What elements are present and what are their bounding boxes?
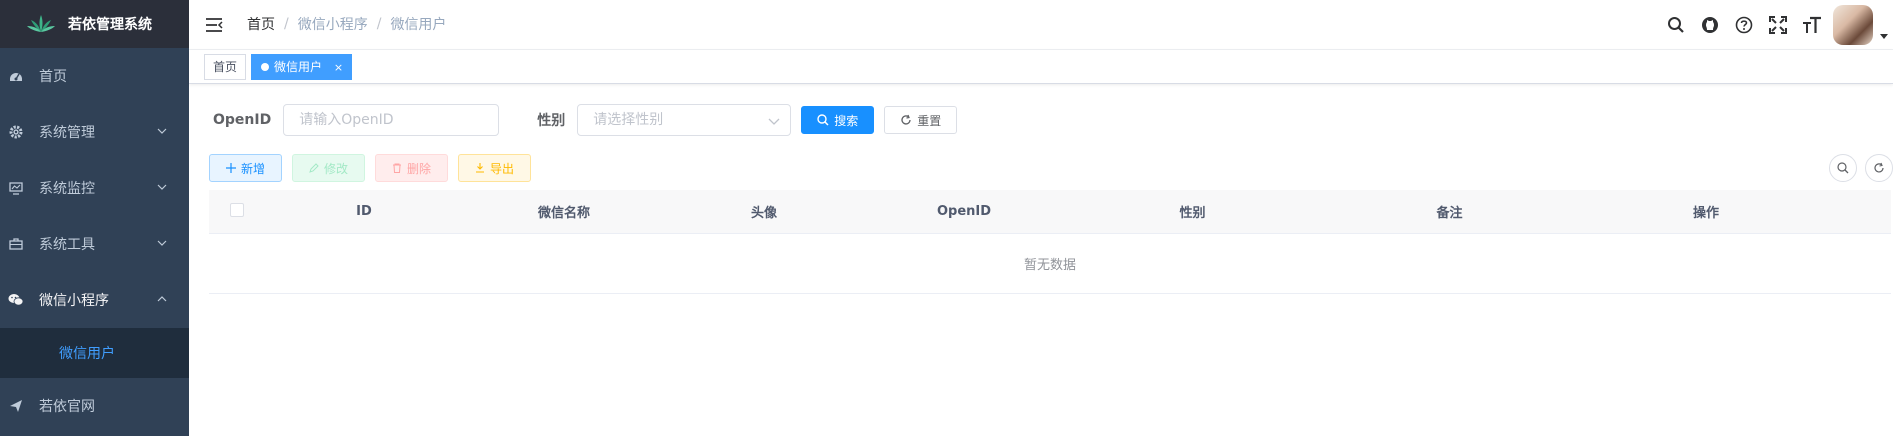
font-size-icon[interactable]	[1795, 0, 1829, 50]
sidebar-item-home[interactable]: 首页	[0, 48, 189, 104]
tag-label: 微信用户	[274, 60, 323, 74]
column-header: 头像	[750, 206, 777, 221]
edit-button[interactable]: 修改	[292, 154, 365, 182]
openid-placeholder: 请输入OpenID	[299, 112, 394, 128]
send-icon	[8, 398, 24, 414]
submenu-wechat: 微信用户	[0, 328, 189, 378]
toggle-search-button[interactable]	[1829, 154, 1857, 182]
sidebar-item-label: 系统工具	[39, 237, 95, 253]
select-all-cell	[209, 202, 264, 221]
column-header: 备注	[1436, 206, 1463, 221]
reset-button-label: 重置	[917, 113, 942, 128]
table-tools	[1829, 154, 1893, 182]
chevron-down-icon	[157, 184, 167, 190]
dashboard-icon	[8, 68, 24, 84]
sidebar-item-label: 首页	[39, 69, 67, 85]
reset-button[interactable]: 重置	[884, 106, 958, 134]
right-menu	[1659, 0, 1893, 50]
delete-button-label: 删除	[406, 161, 431, 176]
tag-label: 首页	[213, 60, 238, 74]
breadcrumb-item: 微信用户	[390, 17, 447, 33]
add-button[interactable]: 新增	[209, 154, 282, 182]
close-icon[interactable]: ×	[334, 61, 343, 74]
chevron-up-icon	[157, 296, 167, 302]
search-icon	[817, 114, 829, 126]
sidebar-item-wechat-miniprogram[interactable]: 微信小程序	[0, 272, 189, 328]
column-header: 性别	[1179, 206, 1206, 221]
tag-wechat-users[interactable]: 微信用户 ×	[251, 54, 353, 80]
export-button-label: 导出	[489, 161, 514, 176]
sidebar-item-system-monitor[interactable]: 系统监控	[0, 160, 189, 216]
edit-icon	[309, 163, 319, 173]
sidebar-item-ruoyi-website[interactable]: 若依官网	[0, 378, 189, 434]
select-all-checkbox[interactable]	[229, 202, 244, 217]
caret-down-icon[interactable]	[1879, 31, 1889, 41]
breadcrumb-item: 微信小程序	[297, 17, 368, 33]
refresh-icon	[1874, 162, 1884, 173]
monitor-icon	[8, 180, 24, 196]
avatar[interactable]	[1833, 5, 1873, 45]
column-header: OpenID	[936, 204, 992, 219]
trash-icon	[392, 163, 401, 173]
wechat-icon	[8, 292, 24, 308]
app-title: 若依管理系统	[68, 17, 152, 33]
fullscreen-icon[interactable]	[1761, 0, 1795, 50]
column-header: ID	[356, 204, 372, 219]
github-icon[interactable]	[1693, 0, 1727, 50]
logo-icon	[27, 15, 55, 32]
logo[interactable]: 若依管理系统	[0, 0, 189, 48]
sidebar: 若依管理系统 首页 系统管理 系统监控 系统工具 微信小程序 微信用户 若依官网	[0, 0, 189, 436]
sidebar-item-system-management[interactable]: 系统管理	[0, 104, 189, 160]
sidebar-item-wechat-users[interactable]: 微信用户	[0, 328, 189, 378]
search-button[interactable]: 搜索	[801, 106, 875, 134]
chevron-down-icon	[768, 118, 780, 125]
download-icon	[475, 163, 484, 173]
gear-icon	[8, 124, 24, 140]
search-icon[interactable]	[1659, 0, 1693, 50]
data-table: ID 微信名称 头像 OpenID 性别 备注 操作 暂无数据	[209, 190, 1891, 294]
sidebar-item-label: 系统管理	[39, 125, 95, 141]
search-button-label: 搜索	[834, 113, 859, 128]
table-header: ID 微信名称 头像 OpenID 性别 备注 操作	[209, 190, 1891, 234]
sidebar-item-system-tools[interactable]: 系统工具	[0, 216, 189, 272]
openid-label: OpenID	[213, 112, 272, 128]
plus-icon	[225, 163, 236, 173]
navbar: 首页 / 微信小程序 / 微信用户	[189, 0, 1893, 50]
sidebar-subitem-label: 微信用户	[59, 346, 115, 362]
refresh-icon	[901, 114, 911, 125]
main-content: OpenID 请输入OpenID 性别 请选择性别 搜索 重置 新增 修改 删除	[189, 84, 1893, 436]
sidebar-item-label: 若依官网	[39, 399, 95, 415]
delete-button[interactable]: 删除	[375, 154, 448, 182]
sidebar-item-label: 微信小程序	[39, 293, 109, 309]
toolbox-icon	[8, 236, 24, 252]
hamburger-icon[interactable]	[205, 16, 223, 34]
toolbar: 新增 修改 删除 导出	[209, 154, 531, 182]
gender-label: 性别	[537, 113, 566, 129]
add-button-label: 新增	[240, 161, 265, 176]
edit-button-label: 修改	[323, 161, 348, 176]
help-icon[interactable]	[1727, 0, 1761, 50]
tag-home[interactable]: 首页	[204, 54, 247, 80]
breadcrumb: 首页 / 微信小程序 / 微信用户	[247, 14, 447, 34]
column-header: 微信名称	[537, 206, 590, 221]
chevron-down-icon	[157, 128, 167, 134]
column-header: 操作	[1692, 206, 1719, 221]
breadcrumb-item[interactable]: 首页	[247, 14, 275, 34]
sidebar-item-label: 系统监控	[39, 181, 95, 197]
empty-text: 暂无数据	[209, 234, 1891, 294]
search-icon	[1837, 162, 1849, 174]
export-button[interactable]: 导出	[458, 154, 531, 182]
gender-placeholder: 请选择性别	[593, 112, 664, 128]
gender-select[interactable]: 请选择性别	[577, 104, 792, 136]
chevron-down-icon	[157, 240, 167, 246]
tags-view: 首页 微信用户 ×	[189, 50, 1893, 84]
search-form: OpenID 请输入OpenID 性别 请选择性别 搜索 重置	[209, 104, 958, 136]
refresh-button[interactable]	[1865, 154, 1893, 182]
openid-input[interactable]: 请输入OpenID	[283, 104, 500, 136]
